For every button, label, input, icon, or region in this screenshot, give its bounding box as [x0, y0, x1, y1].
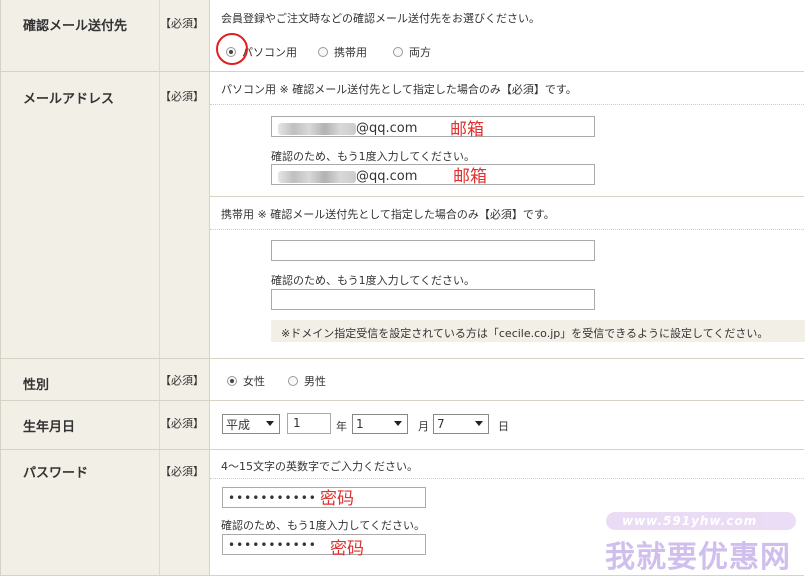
pc-email-confirm-note: 確認のため、もう1度入力してください。 [271, 150, 476, 163]
pc-email-note: パソコン用 ※ 確認メール送付先として指定した場合のみ【必須】です。 [221, 83, 577, 96]
row-gender: 性別 【必須】 女性 男性 [1, 359, 804, 401]
chevron-down-icon [394, 421, 402, 426]
row-birthday: 生年月日 【必須】 平成 1 年 1 月 7 日 [1, 401, 804, 450]
required-badge: 【必須】 [160, 401, 210, 449]
radio-button-selected[interactable] [227, 376, 237, 386]
radio-both[interactable]: 両方 [393, 44, 431, 60]
blurred-text [278, 122, 356, 135]
divider [210, 478, 804, 479]
radio-female[interactable]: 女性 [227, 373, 265, 389]
required-badge: 【必須】 [160, 450, 210, 575]
password-confirm-input[interactable]: ••••••••••• [222, 534, 426, 555]
pc-email-confirm-input[interactable]: @qq.com [271, 164, 595, 185]
pc-email-input[interactable]: @qq.com [271, 116, 595, 137]
mobile-email-confirm-note: 確認のため、もう1度入力してください。 [271, 274, 476, 287]
required-badge: 【必須】 [160, 72, 210, 358]
domain-notice-box: ※ドメイン指定受信を設定されている方は「cecile.co.jp」を受信できるよ… [271, 320, 805, 342]
day-select[interactable]: 7 [433, 414, 489, 434]
blurred-text [278, 170, 356, 183]
radio-mobile[interactable]: 携帯用 [318, 44, 367, 60]
required-badge: 【必須】 [160, 0, 210, 71]
section-divider [210, 196, 804, 197]
chevron-down-icon [266, 421, 274, 426]
watermark-logo: 我就要优惠网 [605, 540, 791, 575]
radio-male[interactable]: 男性 [288, 373, 326, 389]
registration-form: 確認メール送付先 【必須】 会員登録やご注文時などの確認メール送付先をお選びくだ… [0, 0, 805, 576]
row-email: メールアドレス 【必須】 パソコン用 ※ 確認メール送付先として指定した場合のみ… [1, 72, 805, 359]
month-select[interactable]: 1 [352, 414, 408, 434]
email-field: パソコン用 ※ 確認メール送付先として指定した場合のみ【必須】です。 @qq.c… [210, 72, 805, 358]
divider [210, 104, 804, 105]
password-confirm-note: 確認のため、もう1度入力してください。 [221, 519, 426, 532]
birthday-label: 生年月日 [1, 401, 160, 449]
mobile-email-confirm-input[interactable] [271, 289, 595, 310]
password-label: パスワード [1, 450, 160, 575]
era-select[interactable]: 平成 [222, 414, 280, 434]
mobile-email-note: 携帯用 ※ 確認メール送付先として指定した場合のみ【必須】です。 [221, 208, 555, 221]
mobile-email-input[interactable] [271, 240, 595, 261]
domain-notice: ※ドメイン指定受信を設定されている方は「cecile.co.jp」を受信できるよ… [281, 327, 769, 340]
annotation-email: 邮箱 [450, 120, 484, 140]
divider [210, 229, 804, 230]
radio-button[interactable] [393, 47, 403, 57]
birthday-field: 平成 1 年 1 月 7 日 [210, 401, 804, 449]
chevron-down-icon [475, 421, 483, 426]
year-input[interactable]: 1 [287, 413, 331, 434]
email-label: メールアドレス [1, 72, 160, 358]
confirm-email-label: 確認メール送付先 [1, 0, 160, 71]
watermark-url-pill: www.591yhw.com [606, 512, 796, 530]
gender-field: 女性 男性 [210, 359, 804, 400]
annotation-email: 邮箱 [453, 167, 487, 187]
required-badge: 【必須】 [160, 359, 210, 400]
radio-button[interactable] [318, 47, 328, 57]
row-confirm-email: 確認メール送付先 【必須】 会員登録やご注文時などの確認メール送付先をお選びくだ… [1, 0, 804, 72]
confirm-email-hint: 会員登録やご注文時などの確認メール送付先をお選びください。 [221, 12, 540, 25]
annotation-password: 密码 [330, 539, 364, 559]
confirm-email-field: 会員登録やご注文時などの確認メール送付先をお選びください。 パソコン用 携帯用 … [210, 0, 804, 71]
gender-label: 性別 [1, 359, 160, 400]
highlight-circle [216, 33, 248, 65]
radio-button[interactable] [288, 376, 298, 386]
password-hint: 4～15文字の英数字でご入力ください。 [221, 460, 418, 473]
annotation-password: 密码 [320, 489, 354, 509]
